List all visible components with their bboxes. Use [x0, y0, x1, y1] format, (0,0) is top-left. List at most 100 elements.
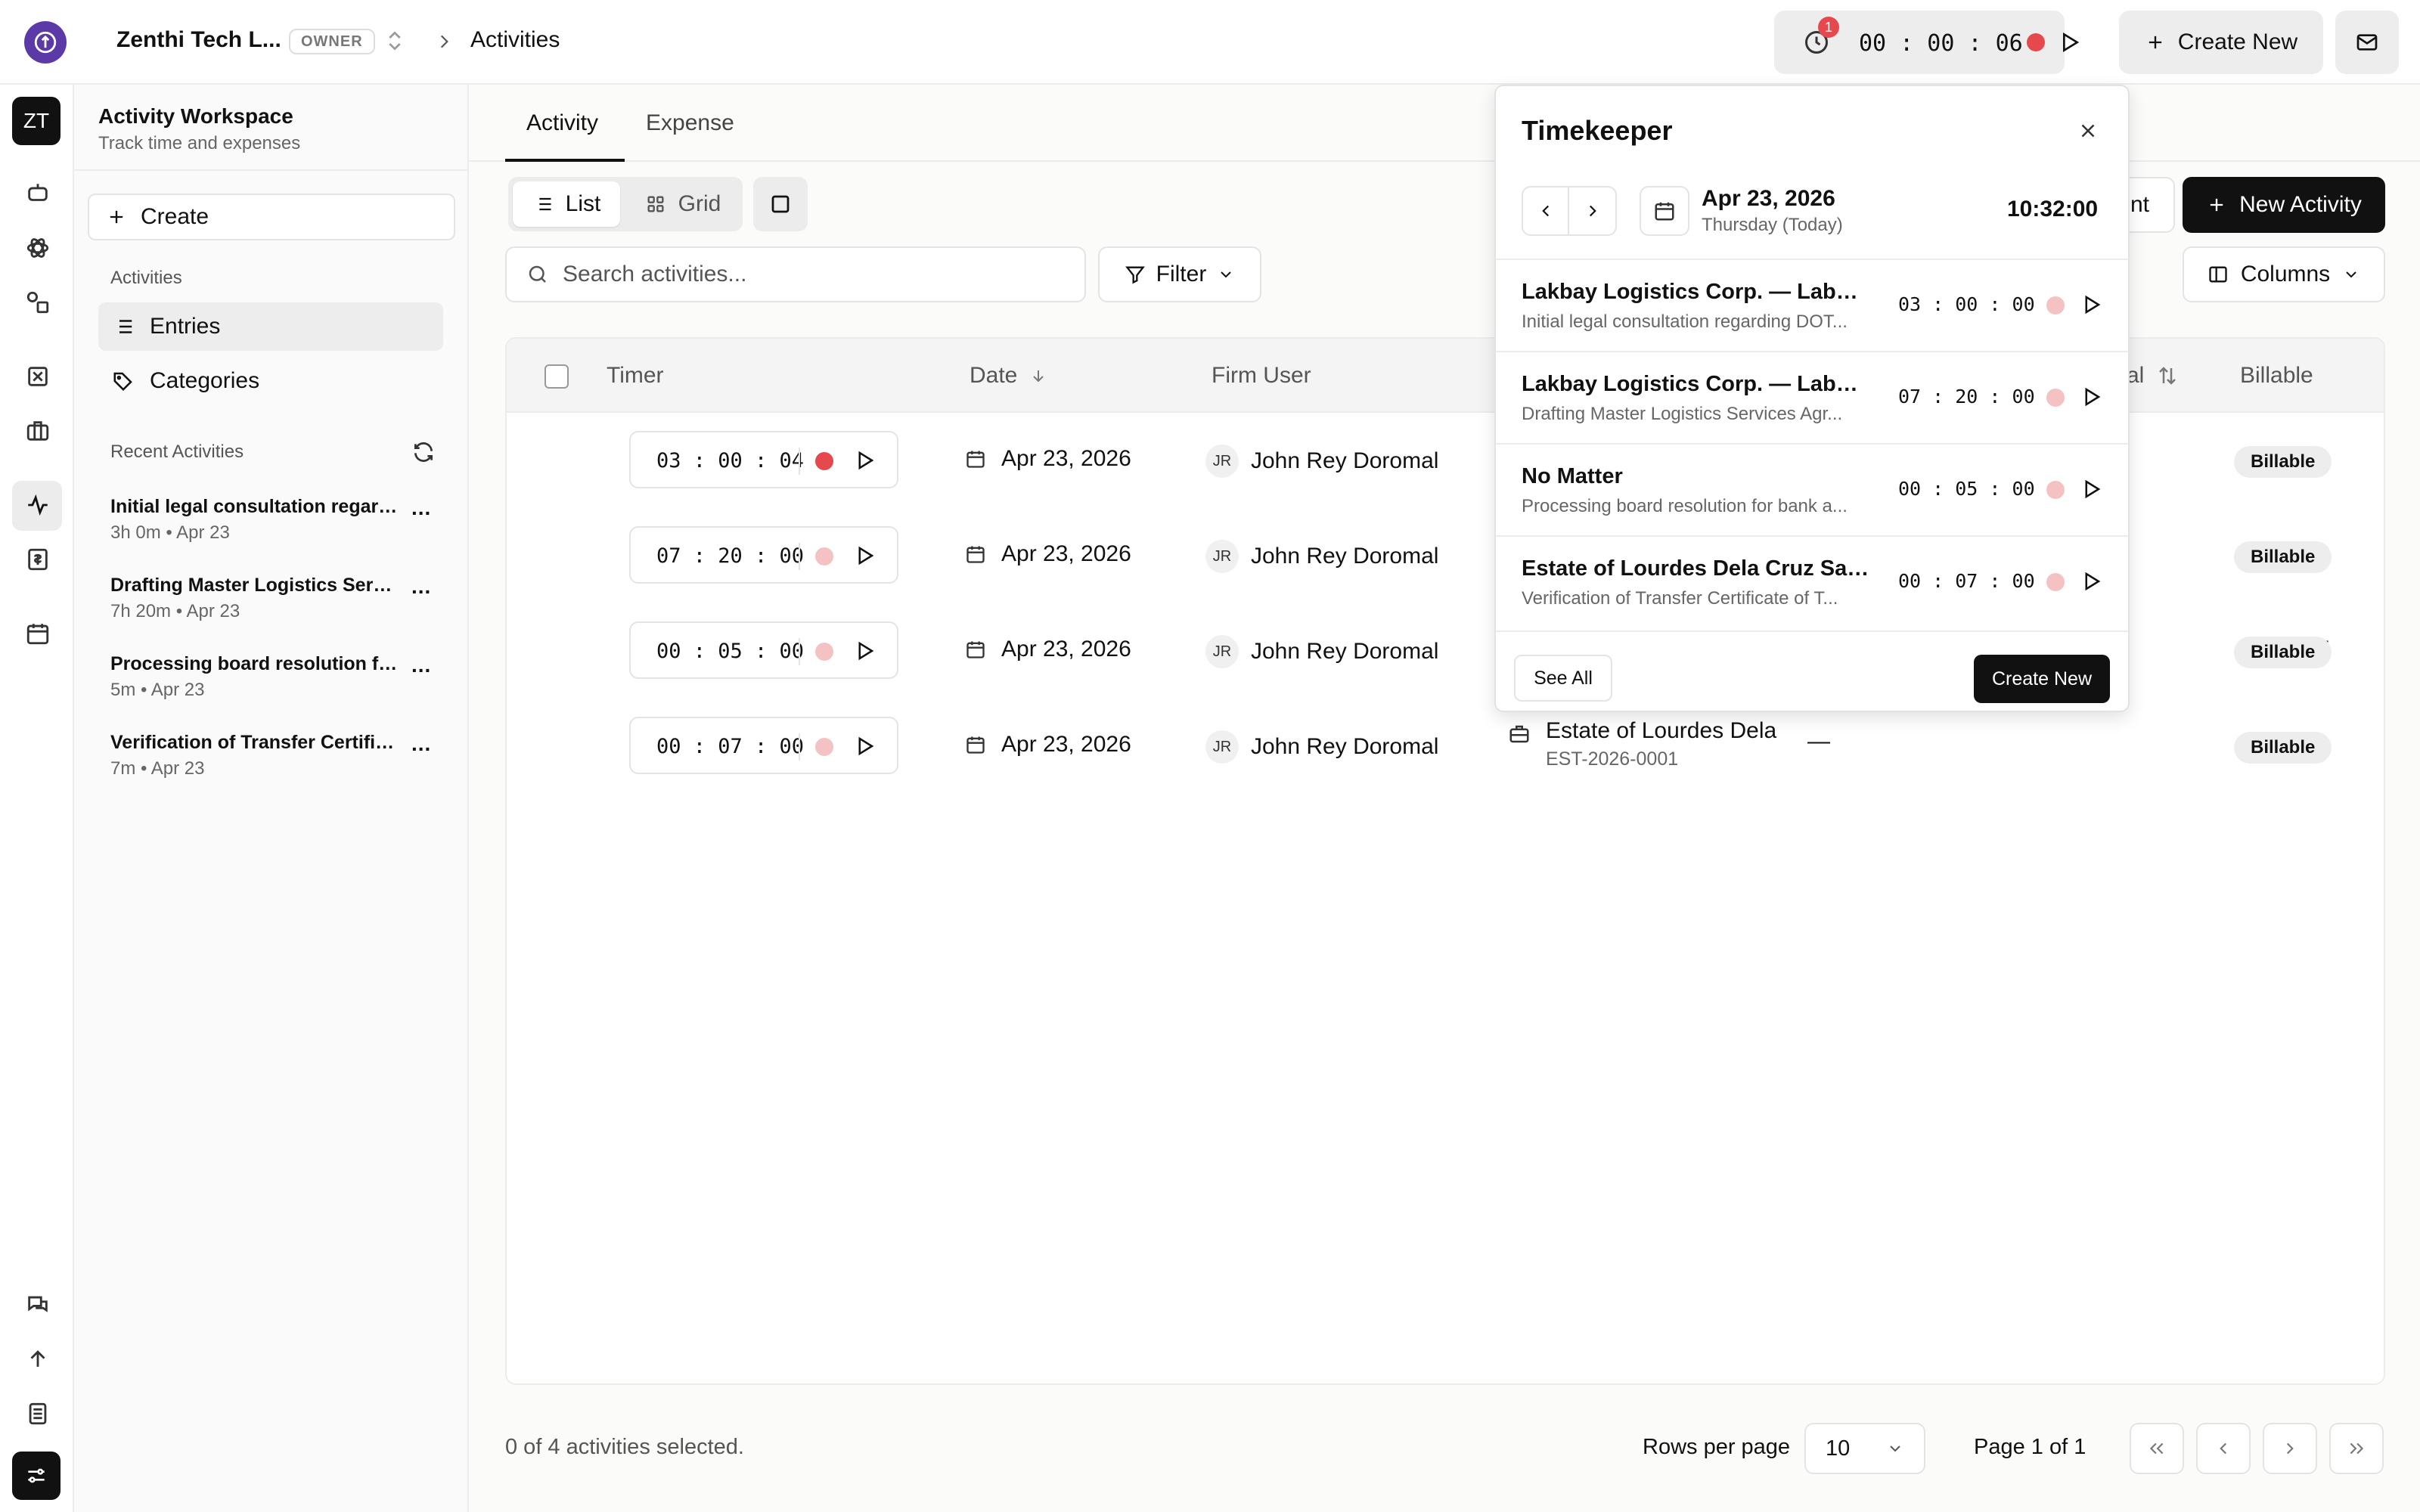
- play-icon[interactable]: [853, 640, 876, 662]
- matters-icon[interactable]: [23, 361, 53, 392]
- sidebar-item-entries[interactable]: Entries: [98, 302, 443, 351]
- messages-icon[interactable]: [23, 1290, 53, 1320]
- date-picker-button[interactable]: [1640, 186, 1689, 236]
- org-switcher-icon[interactable]: [383, 29, 407, 53]
- play-icon[interactable]: [853, 735, 876, 758]
- play-icon[interactable]: [2080, 386, 2102, 408]
- org-logo-icon[interactable]: [24, 21, 67, 64]
- timekeeper-date: Apr 23, 2026: [1702, 186, 1835, 211]
- row-matter[interactable]: Estate of Lourdes Dela EST-2026-0001: [1508, 718, 1776, 770]
- entry-description: Initial legal consultation regarding DOT…: [1522, 311, 1848, 332]
- rows-per-page-select[interactable]: 10: [1804, 1423, 1925, 1474]
- filter-button[interactable]: Filter: [1098, 246, 1261, 302]
- tab-activity[interactable]: Activity: [526, 110, 598, 136]
- play-icon[interactable]: [2080, 293, 2102, 316]
- table-row[interactable]: 00 : 07 : 00 Apr 23, 2026 JR John Rey Do…: [507, 699, 2384, 794]
- recent-activities-label: Recent Activities: [110, 442, 244, 462]
- plus-icon: [2149, 36, 2161, 49]
- chevron-down-icon: [1221, 271, 1232, 278]
- timekeeper-title: Timekeeper: [1522, 115, 1673, 146]
- billable-badge: Billable: [2234, 637, 2332, 668]
- grid-view-button[interactable]: Grid: [629, 181, 737, 227]
- close-icon[interactable]: [2077, 119, 2099, 142]
- square-toggle-button[interactable]: [753, 177, 808, 231]
- more-icon[interactable]: ...: [411, 732, 431, 756]
- workspace-avatar[interactable]: ZT: [12, 97, 60, 145]
- row-matter-code: EST-2026-0001: [1546, 748, 1679, 770]
- play-icon[interactable]: [853, 544, 876, 567]
- reports-icon[interactable]: [23, 1399, 53, 1429]
- billing-icon[interactable]: [23, 544, 53, 575]
- column-header-total[interactable]: al: [2127, 363, 2179, 389]
- shapes-icon[interactable]: [23, 287, 53, 318]
- role-badge: OWNER: [289, 29, 375, 54]
- chevron-down-icon: [1890, 1445, 1900, 1452]
- timekeeper-entry[interactable]: Lakbay Logistics Corp. — Labor ... Initi…: [1496, 259, 2128, 351]
- timekeeper-clock: 10:32:00: [2007, 197, 2099, 222]
- org-name[interactable]: Zenthi Tech L...: [116, 27, 281, 53]
- activity-icon[interactable]: [23, 490, 53, 520]
- recording-dot-icon: [815, 643, 833, 661]
- select-all-checkbox[interactable]: [544, 364, 569, 389]
- play-icon[interactable]: [2057, 30, 2081, 54]
- global-timer[interactable]: 1 00 : 00 : 06: [1774, 11, 2080, 74]
- atom-icon[interactable]: [23, 233, 53, 263]
- row-user-name: John Rey Doromal: [1251, 448, 1439, 473]
- arrow-up-icon[interactable]: [23, 1344, 53, 1374]
- new-activity-button[interactable]: New Activity: [2183, 177, 2385, 233]
- sidebar-create-button[interactable]: Create: [88, 194, 455, 240]
- row-user-name: John Rey Doromal: [1251, 734, 1439, 759]
- more-icon[interactable]: ...: [411, 653, 431, 677]
- play-icon[interactable]: [853, 449, 876, 472]
- column-header-firm-user[interactable]: Firm User: [1212, 363, 1311, 389]
- recent-activity-item[interactable]: Processing board resolution fo... 5m • A…: [110, 653, 436, 701]
- recent-activity-item[interactable]: Initial legal consultation regard... 3h …: [110, 496, 436, 544]
- timekeeper-entry[interactable]: Lakbay Logistics Corp. — Labor ... Draft…: [1496, 351, 2128, 443]
- search-input[interactable]: [563, 262, 1047, 287]
- calendar-icon[interactable]: [23, 618, 53, 649]
- prev-day-button[interactable]: [1523, 187, 1570, 234]
- chevron-left-icon: [1541, 205, 1549, 217]
- last-page-button[interactable]: [2329, 1423, 2384, 1474]
- play-icon[interactable]: [2080, 478, 2102, 500]
- recording-dot-icon: [2046, 481, 2065, 499]
- more-icon[interactable]: ...: [411, 575, 431, 599]
- list-view-button[interactable]: List: [513, 181, 620, 227]
- row-date-value: Apr 23, 2026: [1001, 541, 1131, 566]
- view-toggle: List Grid: [508, 177, 743, 231]
- recent-activity-item[interactable]: Verification of Transfer Certific... 7m …: [110, 732, 436, 779]
- row-user: JR John Rey Doromal: [1205, 445, 1438, 478]
- assistant-icon[interactable]: [23, 178, 53, 209]
- chevron-right-icon: [1589, 205, 1596, 217]
- workspace-sidebar: Activity Workspace Track time and expens…: [74, 85, 469, 1512]
- column-header-date[interactable]: Date: [970, 363, 1047, 389]
- column-header-billable[interactable]: Billable: [2240, 363, 2313, 389]
- play-icon[interactable]: [2080, 570, 2102, 593]
- columns-button[interactable]: Columns: [2183, 246, 2385, 302]
- prev-page-button[interactable]: [2196, 1423, 2251, 1474]
- recent-activity-item[interactable]: Drafting Master Logistics Servi... 7h 20…: [110, 575, 436, 622]
- calendar-icon: [1655, 202, 1674, 221]
- first-page-button[interactable]: [2130, 1423, 2184, 1474]
- next-page-button[interactable]: [2263, 1423, 2317, 1474]
- timekeeper-popover: Timekeeper Apr 23, 2026 Thursday (Today)…: [1494, 85, 2130, 712]
- briefcase-icon[interactable]: [23, 416, 53, 446]
- column-header-timer[interactable]: Timer: [607, 363, 664, 389]
- create-new-button[interactable]: Create New: [2119, 11, 2323, 74]
- more-icon[interactable]: ...: [411, 496, 431, 520]
- row-date: Apr 23, 2026: [965, 637, 1131, 662]
- timekeeper-entry[interactable]: No Matter Processing board resolution fo…: [1496, 443, 2128, 535]
- mail-button[interactable]: [2335, 11, 2399, 74]
- settings-button[interactable]: [12, 1452, 60, 1500]
- sidebar-item-categories[interactable]: Categories: [98, 357, 443, 405]
- see-all-button[interactable]: See All: [1514, 655, 1612, 702]
- refresh-icon[interactable]: [411, 440, 436, 464]
- square-icon: [771, 195, 790, 213]
- row-matter-name: Estate of Lourdes Dela: [1546, 718, 1777, 743]
- timekeeper-entry[interactable]: Estate of Lourdes Dela Cruz San... Verif…: [1496, 535, 2128, 627]
- entry-title: Lakbay Logistics Corp. — Labor ...: [1522, 372, 1869, 396]
- next-day-button[interactable]: [1569, 187, 1615, 234]
- import-label: nt: [2130, 192, 2149, 217]
- timekeeper-create-new-button[interactable]: Create New: [1974, 655, 2110, 703]
- tab-expense[interactable]: Expense: [646, 110, 734, 136]
